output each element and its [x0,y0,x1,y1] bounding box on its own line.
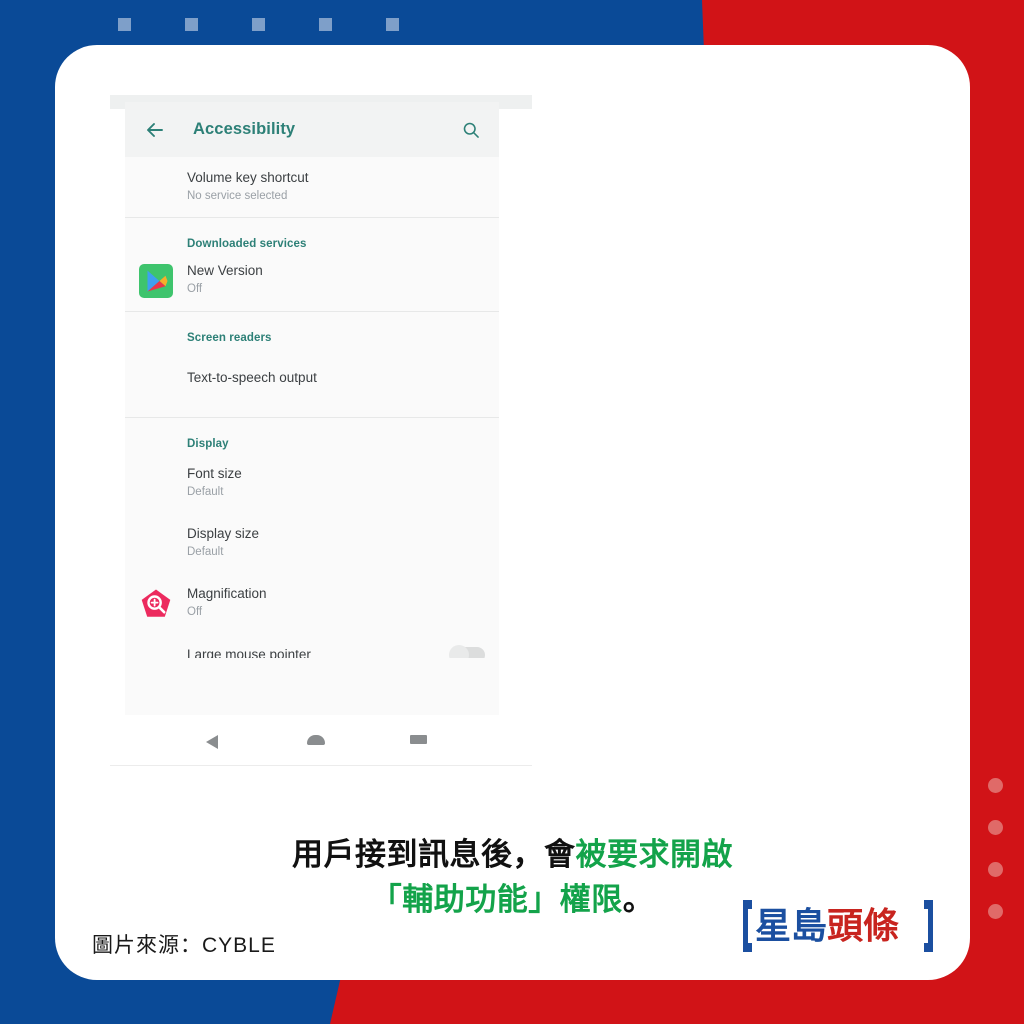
large-mouse-pointer-toggle[interactable] [449,644,485,658]
decorative-dots-right [988,778,1006,928]
nav-back-icon[interactable] [206,735,218,749]
list-item-title: Magnification [187,586,267,602]
list-item[interactable]: Font size Default [125,450,499,513]
google-play-icon [139,263,173,298]
arrow-left-icon[interactable] [143,118,167,142]
app-bar: Accessibility [125,102,499,157]
list-item-subtitle: Off [187,606,203,619]
settings-section: Volume key shortcut No service selected [125,157,499,219]
caption-line2-black: 。 [622,881,655,917]
caption-line1-black: 用戶接到訊息後，會 [292,837,576,872]
list-item-title: Text-to-speech output [187,369,317,385]
singtao-headline-logo: 星 島 頭 條 [743,900,933,952]
caption-line-1: 用戶接到訊息後，會被要求開啟 [55,833,970,878]
poster-canvas: Accessibility Volume key shortcut No ser… [0,0,1024,1024]
page-title: Accessibility [193,120,296,138]
magnification-icon [139,587,173,621]
list-item-subtitle: Default [187,545,224,558]
nav-home-icon[interactable] [307,735,325,745]
logo-bracket-left [743,900,752,952]
settings-section: Display Font size Default Display size D… [125,418,499,658]
section-header: Display [187,437,229,450]
settings-section: Screen readers Text-to-speech output [125,312,499,418]
list-item-title: Large mouse pointer [187,646,311,658]
logo-wordmark: 星 島 頭 條 [755,901,921,951]
list-item-title: New Version [187,263,263,279]
settings-section: Downloaded services New Version Off [125,218,499,312]
caption-line1-green: 被要求開啟 [575,837,733,872]
white-content-card: Accessibility Volume key shortcut No ser… [55,45,970,980]
list-item-title: Display size [187,526,260,542]
list-item[interactable]: Text-to-speech output [125,344,499,417]
android-accessibility-screenshot: Accessibility Volume key shortcut No ser… [125,102,499,715]
nav-recents-icon[interactable] [410,735,427,744]
list-item-subtitle: Default [187,485,224,498]
list-item[interactable]: Magnification Off [125,573,499,633]
logo-char-3: 頭 [827,905,864,946]
logo-char-2: 島 [791,905,828,946]
android-navigation-bar [110,717,532,766]
decorative-squares-top [118,18,458,32]
list-item[interactable]: Volume key shortcut No service selected [125,157,499,217]
section-header: Downloaded services [187,238,307,251]
list-item-subtitle: Off [187,283,203,296]
settings-list: Volume key shortcut No service selected … [125,157,499,658]
list-item[interactable]: Display size Default [125,513,499,573]
list-item-title: Font size [187,465,242,481]
list-item-subtitle: No service selected [187,189,288,202]
logo-bracket-right [924,900,933,952]
caption-line2-green: 「輔助功能」權限 [370,881,623,917]
section-header: Screen readers [187,331,272,344]
list-item[interactable]: New Version Off [125,250,499,310]
logo-char-1: 星 [755,905,792,946]
search-icon[interactable] [461,120,481,140]
list-item-title: Volume key shortcut [187,170,309,185]
logo-char-4: 條 [863,905,900,946]
list-item[interactable]: Large mouse pointer [125,634,499,658]
source-credit: 圖片來源：CYBLE [92,934,276,957]
